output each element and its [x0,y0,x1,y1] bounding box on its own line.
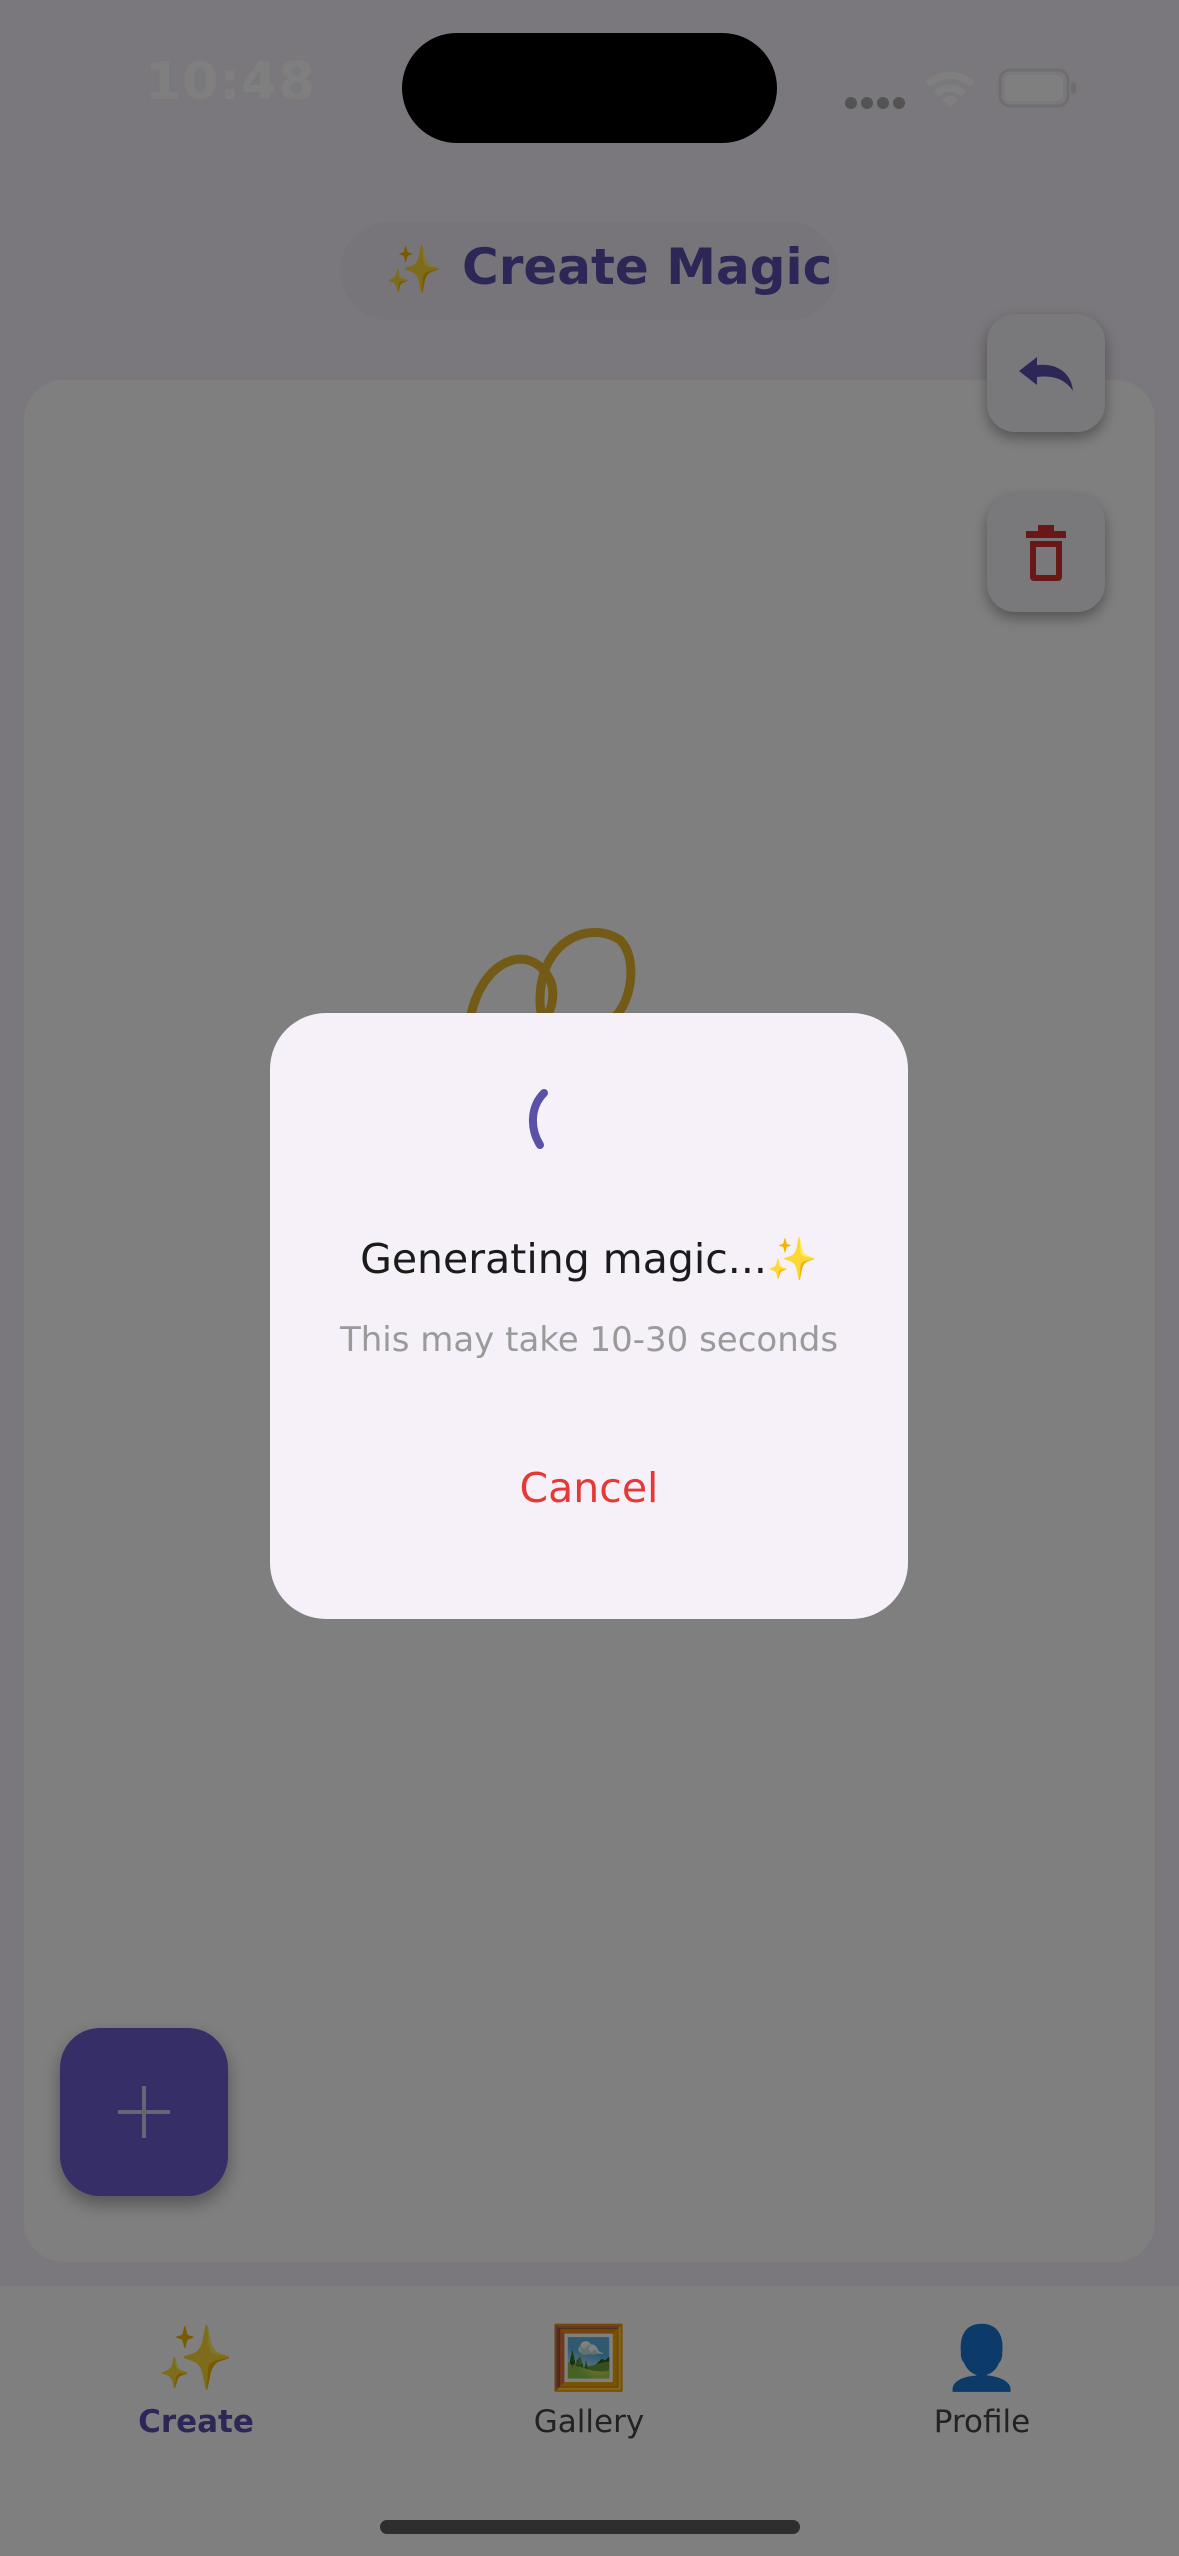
loading-dialog [270,1013,908,1619]
cancel-button[interactable]: Cancel [470,1455,708,1521]
dialog-title: Generating magic...✨ [360,1235,818,1283]
loading-spinner [520,1085,580,1155]
home-indicator [380,2520,800,2534]
dialog-subtitle: This may take 10-30 seconds [339,1320,839,1360]
